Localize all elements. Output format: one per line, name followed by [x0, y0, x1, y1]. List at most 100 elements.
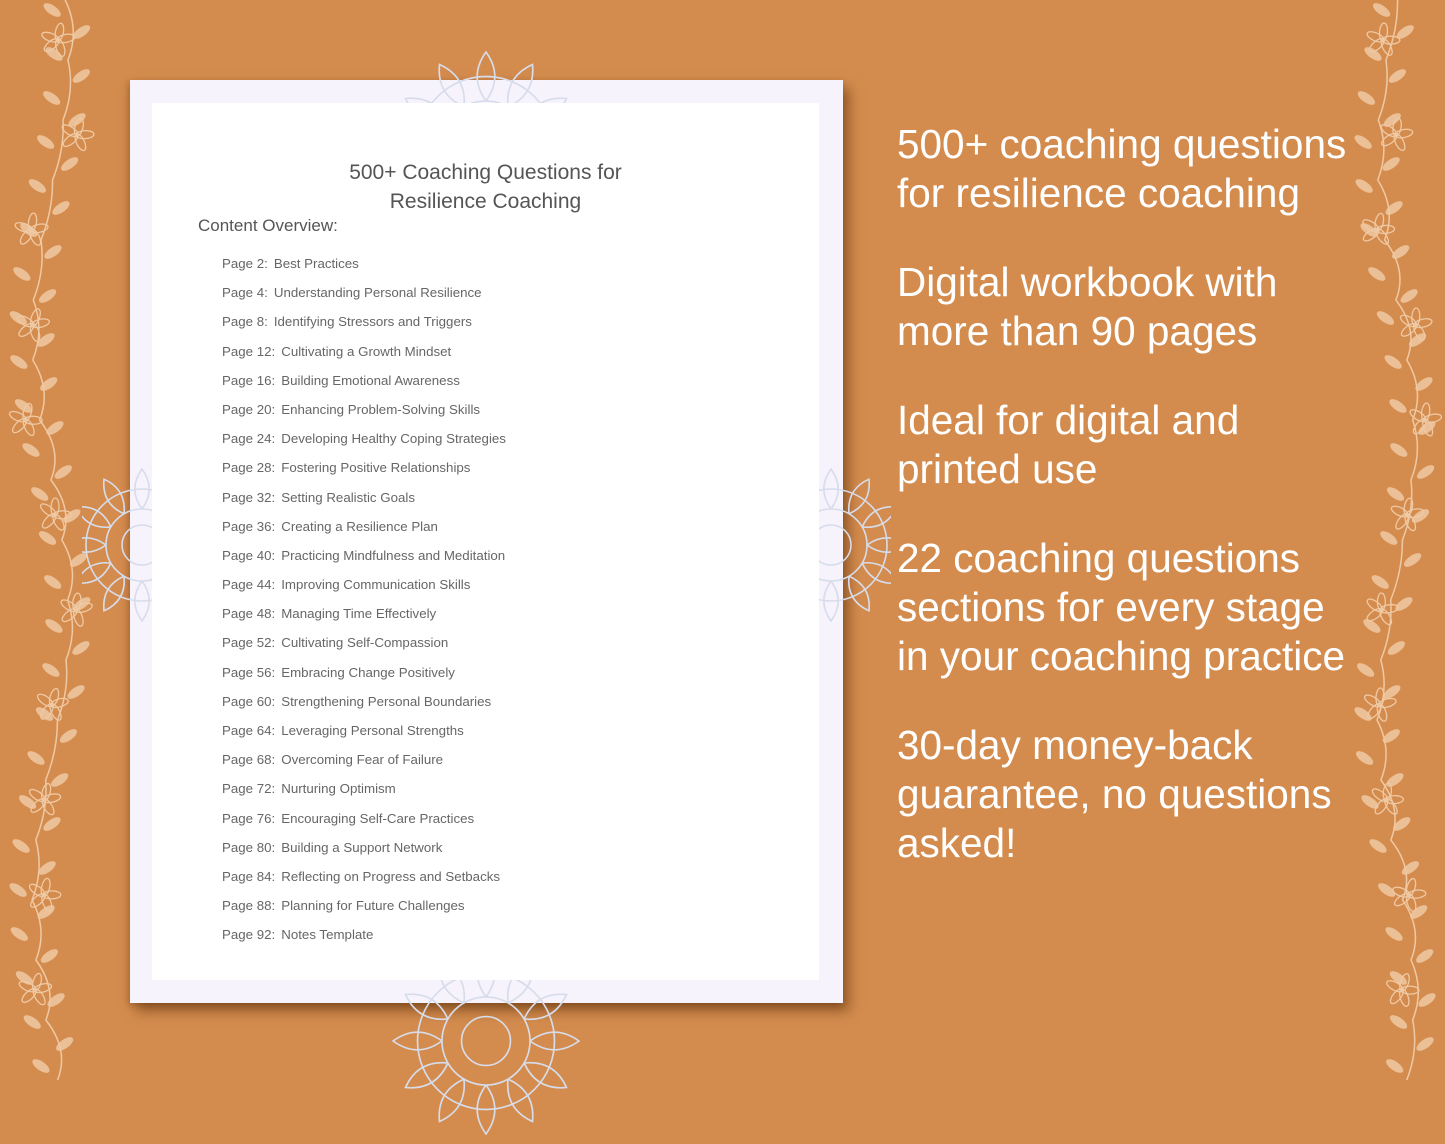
vine-leaf: [52, 201, 70, 215]
vine-leaf: [1385, 927, 1403, 941]
toc-entry: Page 88: Planning for Future Challenges: [222, 897, 506, 926]
feature-item: Ideal for digital and printed use: [897, 397, 1240, 492]
toc-page-number: Page 56:: [222, 664, 276, 680]
vine-leaf: [38, 531, 57, 545]
document-title-line-2: Resilience Coaching: [389, 190, 582, 213]
vine-leaf: [1389, 971, 1407, 985]
toc-entry: Page 8: Identifying Stressors and Trigger…: [222, 313, 506, 342]
vine-leaf: [1416, 1037, 1434, 1051]
toc-topic: Setting Realistic Goals: [281, 489, 416, 505]
document-title-line-1: 500+ Coaching Questions for: [349, 161, 622, 184]
vine-leaf: [45, 47, 63, 61]
vine-leaf: [1376, 311, 1395, 325]
vine-leaf: [1400, 289, 1418, 303]
toc-entry: Page 28: Fostering Positive Relationships: [222, 459, 506, 488]
vine-leaf: [43, 91, 61, 105]
vine-flower: [8, 402, 43, 437]
document-title: 500+ Coaching Questions for Resilience C…: [152, 158, 819, 216]
feature-item: 500+ coaching questions for resilience c…: [897, 121, 1347, 216]
toc-entry: Page 52: Cultivating Self-Compassion: [222, 634, 506, 663]
toc-topic: Embracing Change Positively: [281, 664, 455, 680]
toc-page-number: Page 84:: [222, 868, 276, 884]
vine-leaf: [72, 641, 90, 655]
toc-page-number: Page 24:: [222, 431, 276, 447]
vine-leaf: [44, 245, 62, 259]
toc-topic: Leveraging Personal Strengths: [281, 723, 464, 738]
vine-leaf: [72, 69, 90, 83]
vine-leaf: [22, 443, 40, 457]
toc-topic: Reflecting on Progress and Setbacks: [281, 868, 501, 884]
toc-page-number: Page 92:: [222, 927, 276, 943]
vine-leaf: [1380, 531, 1398, 545]
vine-leaf: [1387, 641, 1405, 655]
toc-page-number: Page 68:: [222, 752, 276, 768]
toc-entry: Page 12: Cultivating a Growth Mindset: [222, 343, 506, 372]
toc-entry: Page 48: Managing Time Effectively: [222, 605, 506, 634]
toc-entry: Page 4: Understanding Personal Resilience: [222, 284, 506, 313]
toc-entry: Page 44: Improving Communication Skills: [222, 576, 506, 605]
toc-entry: Page 24: Developing Healthy Coping Strate…: [222, 430, 506, 459]
toc-page-number: Page 8:: [222, 314, 268, 330]
vine-leaf: [1389, 1015, 1408, 1029]
vine-leaf: [27, 751, 45, 765]
table-of-contents: Page 2: Best Practices Page 4: Understandin…: [222, 255, 506, 956]
vine-leaf: [1386, 487, 1405, 501]
vine-leaf: [1371, 575, 1389, 589]
toc-topic: Building Emotional Awareness: [281, 372, 460, 388]
toc-page-number: Page 32:: [222, 489, 276, 505]
vine-leaf: [1418, 993, 1436, 1007]
toc-topic: Enhancing Problem-Solving Skills: [281, 401, 481, 417]
toc-page-number: Page 20:: [222, 401, 276, 417]
vine-leaf: [28, 179, 46, 193]
toc-entry: Page 80: Building a Support Network: [222, 839, 506, 868]
vine-leaf: [1410, 905, 1428, 919]
vine-leaf: [42, 663, 60, 677]
vine-leaf: [1378, 883, 1396, 897]
toc-page-number: Page 48:: [222, 606, 276, 622]
toc-topic: Notes Template: [281, 927, 374, 943]
toc-entry: Page 64: Leveraging Personal Strengths: [222, 722, 506, 751]
vine-leaf: [31, 487, 49, 501]
toc-topic: Managing Time Effectively: [281, 606, 437, 622]
toc-page-number: Page 12:: [222, 343, 276, 359]
vine-leaf: [1372, 3, 1391, 17]
vine-leaf: [1384, 355, 1402, 369]
toc-entry: Page 68: Overcoming Fear of Failure: [222, 751, 506, 780]
toc-topic: Best Practices: [273, 256, 359, 271]
vine-flower: [14, 212, 49, 246]
toc-page-number: Page 16:: [222, 372, 276, 388]
toc-page-number: Page 80:: [222, 839, 276, 855]
vine-leaf: [12, 839, 30, 853]
toc-entry: Page 2: Best Practices: [222, 255, 506, 284]
vine-leaf: [39, 289, 57, 303]
toc-topic: Understanding Personal Resilience: [273, 285, 482, 301]
vine-leaf: [1368, 267, 1386, 281]
vine-leaf: [40, 949, 59, 963]
vine-leaf: [23, 1015, 41, 1029]
content-overview-label: Content Overview:: [198, 216, 338, 235]
toc-topic: Cultivating Self-Compassion: [281, 635, 449, 651]
vine-leaf: [1396, 25, 1414, 39]
toc-page-number: Page 2:: [222, 256, 268, 271]
toc-topic: Fostering Positive Relationships: [281, 460, 471, 476]
feature-item: 30-day money-back guarantee, no question…: [897, 722, 1332, 866]
vine-leaf: [1390, 443, 1408, 457]
toc-entry: Page 84: Reflecting on Progress and Setba…: [222, 868, 506, 897]
toc-entry: Page 72: Nurturing Optimism: [222, 780, 506, 809]
vine-flower: [1386, 973, 1420, 1007]
toc-page-number: Page 4:: [222, 285, 268, 301]
vine-leaf: [37, 135, 55, 149]
toc-topic: Overcoming Fear of Failure: [281, 752, 444, 768]
toc-topic: Improving Communication Skills: [281, 577, 471, 593]
toc-page-number: Page 64:: [222, 723, 276, 738]
workbook-page-preview: 500+ Coaching Questions for Resilience C…: [82, 50, 891, 1136]
toc-entry: Page 76: Encouraging Self-Care Practices: [222, 810, 506, 839]
toc-topic: Nurturing Optimism: [281, 781, 396, 797]
toc-topic: Strengthening Personal Boundaries: [281, 693, 492, 709]
vine-leaf: [1417, 465, 1435, 479]
vine-leaf: [1369, 839, 1387, 853]
vine-leaf: [47, 993, 65, 1007]
vine-leaf: [61, 157, 79, 171]
toc-page-number: Page 44:: [222, 577, 276, 593]
toc-topic: Cultivating a Growth Mindset: [281, 343, 452, 359]
